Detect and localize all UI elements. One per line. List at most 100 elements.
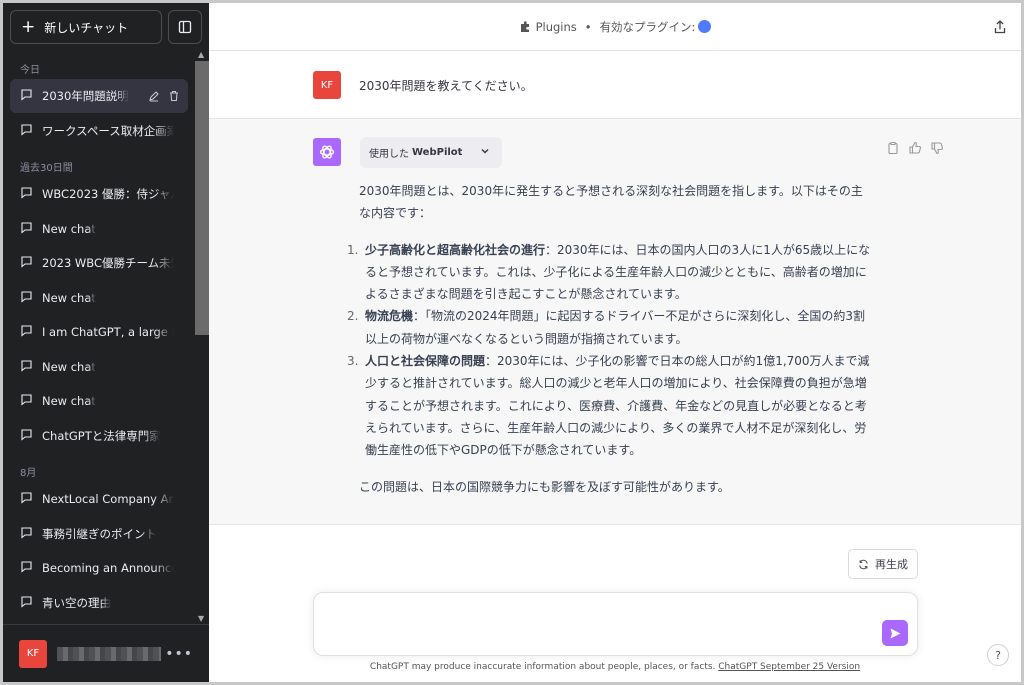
chat-bubble-icon (20, 221, 33, 237)
separator: • (584, 19, 592, 34)
redacted-username (57, 646, 161, 661)
main-panel: Plugins • 有効なプラグイン: KF 2030年問題を教えてください。 (209, 3, 1021, 682)
plus-icon: + (21, 16, 36, 37)
scrollbar-thumb[interactable] (195, 61, 209, 335)
chat-item-label: ワークスペース取材企画案 (42, 124, 174, 138)
new-chat-button[interactable]: + 新しいチャット (10, 10, 162, 44)
list-number: 1. (347, 242, 359, 257)
chat-bubble-icon (20, 359, 33, 375)
send-button[interactable] (882, 620, 908, 646)
chat-item[interactable]: 青い空の理由 (10, 586, 188, 619)
point-title: 物流危機 (365, 309, 414, 324)
chat-item-label: New chat (42, 291, 96, 305)
message-composer (313, 592, 918, 656)
section-label: 8月 (20, 468, 37, 479)
chat-item-actions (148, 90, 180, 102)
points-list: 1. 少子高齢化と超高齢化社会の進行：2030年には、日本の国内人口の3人に1人… (347, 239, 873, 462)
share-icon[interactable] (993, 20, 1007, 34)
thumbs-down-icon[interactable] (930, 141, 944, 155)
chat-item[interactable]: NextLocal Company Anthem (10, 482, 188, 516)
plugins-label: Plugins (535, 19, 577, 34)
chat-item-label: 事務引継ぎのポイント (42, 527, 157, 541)
section-label: 今日 (20, 65, 40, 76)
scroll-up-icon[interactable]: ▲ (198, 50, 204, 59)
list-item: 3. 人口と社会保障の問題：2030年には、少子化の影響で日本の総人口が約1億1… (347, 350, 873, 461)
refresh-icon (859, 559, 868, 569)
chat-bubble-icon (20, 88, 33, 104)
chat-item[interactable]: I am ChatGPT, a large language (10, 315, 188, 349)
copy-icon[interactable] (886, 141, 900, 155)
chat-item-label: Becoming an Announcer (42, 561, 174, 575)
assistant-avatar (313, 138, 341, 166)
chat-history: 今日 2030年問題説明 ワークスペース取材企画案 過去30日間 WBC2023… (3, 53, 195, 619)
chat-item-active[interactable]: 2030年問題説明 (10, 79, 188, 113)
app-window: + 新しいチャット 今日 2030年問題説明 ワークスペース取材企画案 過去30… (3, 3, 1021, 682)
chat-item[interactable]: New chat (10, 384, 188, 418)
more-icon[interactable]: ••• (165, 646, 193, 662)
chat-bubble-icon (20, 428, 33, 444)
top-bar: Plugins • 有効なプラグイン: (209, 3, 1021, 51)
chat-item-label: New chat (42, 394, 96, 408)
assistant-message: 使用した WebPilot 2030年問題とは、2030年に発生すると予想される… (209, 119, 1021, 525)
chat-item-label: New chat (42, 222, 96, 236)
chat-item[interactable]: ChatGPTと法律専門家 (10, 419, 188, 453)
edit-icon[interactable] (148, 90, 160, 102)
chat-bubble-icon (20, 290, 33, 306)
sidebar-toggle-icon (178, 20, 192, 34)
chat-item-label: 青い空の理由 (42, 596, 111, 610)
chat-bubble-icon (20, 186, 33, 202)
webpilot-name: WebPilot (412, 147, 463, 158)
regenerate-button[interactable]: 再生成 (848, 549, 918, 579)
openai-logo-icon (319, 145, 335, 159)
thumbs-up-icon[interactable] (908, 141, 922, 155)
chat-bubble-icon (20, 255, 33, 271)
list-item: 2. 物流危機：「物流の2024年問題」に起因するドライバー不足がさらに深刻化し… (347, 305, 873, 350)
list-number: 2. (347, 309, 359, 324)
section-label: 過去30日間 (20, 163, 73, 174)
new-chat-label: 新しいチャット (44, 20, 129, 35)
webpilot-usage-dropdown[interactable]: 使用した WebPilot (360, 137, 502, 168)
webpilot-plugin-icon[interactable] (698, 20, 712, 33)
chat-item-label: NextLocal Company Anthem (42, 492, 174, 506)
chat-bubble-icon (20, 393, 33, 409)
chat-bubble-icon (20, 123, 33, 139)
chat-item-label: 2030年問題説明 (42, 89, 129, 103)
chat-item[interactable]: New chat (10, 212, 188, 246)
chat-item-label: 2023 WBC優勝チーム未知 (42, 256, 174, 270)
chat-item[interactable]: 2023 WBC優勝チーム未知 (10, 246, 188, 280)
footer-disclaimer: ChatGPT may produce inaccurate informati… (209, 662, 1021, 672)
puzzle-icon (520, 21, 529, 32)
chat-item[interactable]: WBC2023 優勝：侍ジャパン (10, 177, 188, 211)
chat-bubble-icon (20, 560, 33, 576)
point-title: 少子高齢化と超高齢化社会の進行 (365, 242, 546, 257)
help-button[interactable]: ? (987, 644, 1009, 666)
version-link[interactable]: ChatGPT September 25 Version (718, 662, 860, 672)
sidebar-scrollbar[interactable]: ▲ ▼ (195, 50, 209, 623)
toggle-sidebar-button[interactable] (168, 10, 202, 44)
chevron-down-icon (481, 149, 489, 154)
chat-item[interactable]: New chat (10, 350, 188, 384)
delete-icon[interactable] (168, 90, 180, 102)
scroll-down-icon[interactable]: ▼ (198, 614, 204, 623)
point-text: ：2030年には、少子化の影響で日本の総人口が約1億1,700万人まで減少すると… (365, 354, 870, 458)
point-text: ：「物流の2024年問題」に起因するドライバー不足がさらに深刻化し、全国の約3割… (365, 309, 865, 346)
message-actions (886, 141, 944, 155)
chat-item-label: WBC2023 優勝：侍ジャパン (42, 187, 174, 201)
footer-text: ChatGPT may produce inaccurate informati… (369, 662, 719, 672)
regenerate-label: 再生成 (875, 558, 908, 571)
chat-item[interactable]: ワークスペース取材企画案 (10, 114, 188, 148)
user-avatar: KF (313, 71, 341, 99)
chat-item[interactable]: Becoming an Announcer (10, 551, 188, 585)
conclusion-paragraph: この問題は、日本の国際競争力にも影響を及ぼす可能性があります。 (359, 479, 730, 494)
user-menu[interactable]: KF ••• (3, 624, 209, 682)
list-item: 1. 少子高齢化と超高齢化社会の進行：2030年には、日本の国内人口の3人に1人… (347, 239, 873, 306)
assistant-message-body: 2030年問題とは、2030年に発生すると予想される深刻な社会問題を指します。以… (347, 180, 873, 498)
intro-paragraph: 2030年問題とは、2030年に発生すると予想される深刻な社会問題を指します。以… (359, 184, 863, 221)
chat-item[interactable]: New chat (10, 281, 188, 315)
chat-bubble-icon (20, 595, 33, 611)
sidebar-top: + 新しいチャット (10, 10, 202, 44)
webpilot-prefix: 使用した (369, 149, 409, 160)
chat-bubble-icon (20, 526, 33, 542)
message-input[interactable] (326, 605, 866, 641)
chat-item[interactable]: 事務引継ぎのポイント (10, 517, 188, 551)
